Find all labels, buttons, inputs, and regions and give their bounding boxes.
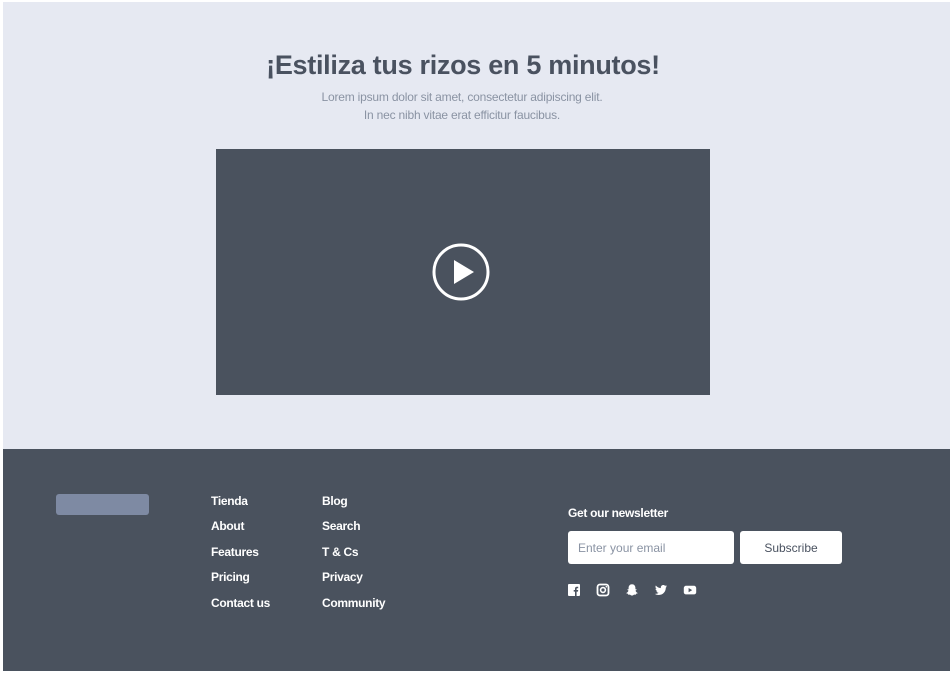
footer-link-features[interactable]: Features	[211, 545, 259, 559]
snapchat-icon[interactable]	[625, 583, 639, 597]
hero-subtitle-line2: In nec nibh vitae erat efficitur faucibu…	[363, 108, 561, 122]
twitter-icon[interactable]	[654, 583, 668, 597]
hero-subtitle-line1: Lorem ipsum dolor sit amet, consectetur …	[321, 90, 603, 104]
footer-link-pricing[interactable]: Pricing	[211, 570, 250, 584]
instagram-icon[interactable]	[596, 583, 610, 597]
footer-link-about[interactable]: About	[211, 519, 244, 533]
play-circle-icon[interactable]	[432, 243, 490, 301]
page: ¡Estiliza tus rizos en 5 minutos! Lorem …	[3, 2, 950, 671]
newsletter-label: Get our newsletter	[568, 506, 668, 520]
logo-placeholder[interactable]	[56, 494, 149, 515]
email-input[interactable]	[568, 531, 734, 564]
video-player[interactable]	[216, 149, 710, 395]
footer-link-search[interactable]: Search	[322, 519, 361, 533]
footer-link-community[interactable]: Community	[322, 596, 386, 610]
footer-link-privacy[interactable]: Privacy	[322, 570, 363, 584]
subscribe-button[interactable]: Subscribe	[740, 531, 842, 564]
footer-link-blog[interactable]: Blog	[322, 494, 348, 508]
footer-link-tienda[interactable]: Tienda	[211, 494, 248, 508]
hero-title: ¡Estiliza tus rizos en 5 minutos!	[266, 50, 660, 80]
footer-link-terms[interactable]: T & Cs	[322, 545, 359, 559]
youtube-icon[interactable]	[683, 583, 697, 597]
footer: Tienda About Features Pricing Contact us…	[3, 449, 950, 671]
hero-section: ¡Estiliza tus rizos en 5 minutos! Lorem …	[3, 2, 950, 449]
footer-link-contact-us[interactable]: Contact us	[211, 596, 270, 610]
facebook-icon[interactable]	[567, 583, 581, 597]
